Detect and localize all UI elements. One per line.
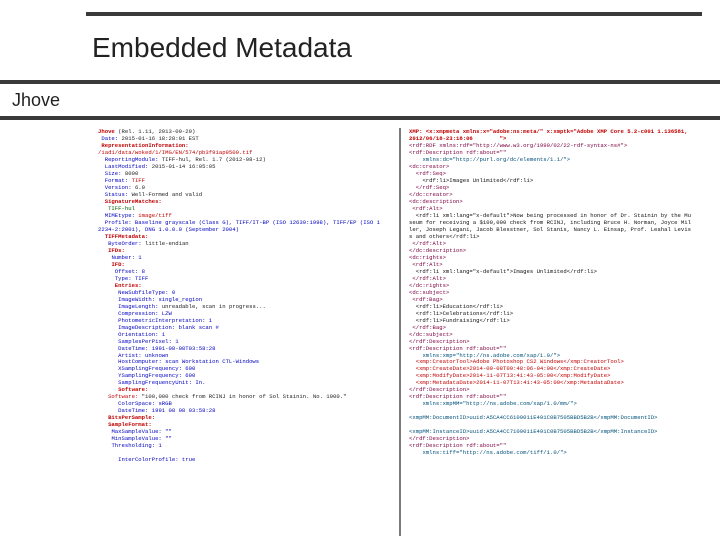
l-min: MinSampleValue: "" — [111, 435, 171, 442]
xmp-text: XMP: <x:xmpmeta xmlns:x="adobe:ns:meta/"… — [409, 128, 692, 456]
l-hc: HostComputer: scan Workstation CTL-Windo… — [118, 358, 259, 365]
jhove-text: Jhove (Rel. 1.11, 2013-09-29) Date: 2015… — [98, 128, 381, 463]
l-st: Well-Formed and valid — [132, 191, 203, 198]
r-cd: <xmp:CreateDate>2014-09-08T09:48:06-04:0… — [409, 365, 610, 372]
l-uri: /iad1/data/woked/1/IMG/EN/574/pb3f91ap95… — [98, 149, 252, 156]
r-altc: </rdf:Alt> — [409, 240, 446, 247]
l-sigm: SignatureMatches: — [105, 198, 162, 205]
r-ddc: </dc:description> — [409, 247, 466, 254]
r-ddo: <dc:description> — [409, 198, 463, 205]
r-dso: <dc:subject> — [409, 289, 449, 296]
r-bago: <rdf:Bag> — [409, 296, 443, 303]
l-rep: RepresentationInformation: — [101, 142, 188, 149]
l-num: Number: 1 — [111, 254, 141, 261]
r-d1o: <rdf:Description rdf:about="" — [409, 149, 506, 156]
l-dt2: DateTime: 1991 08 08 03:58:28 — [118, 407, 215, 414]
metadata-columns: Jhove (Rel. 1.11, 2013-09-29) Date: 2015… — [98, 128, 702, 536]
r-d4o: <rdf:Description rdf:about="" — [409, 442, 506, 449]
r-rdf: <rdf:RDF xmlns:rdf="http://www.w3.org/19… — [409, 142, 627, 149]
column-divider — [399, 128, 401, 536]
l-sfu: SamplingFrequencyUnit: In. — [118, 379, 205, 386]
subtitle: Jhove — [12, 90, 60, 111]
l-sig: TIFF-hul — [108, 205, 135, 212]
title-band: Embedded Metadata — [86, 20, 702, 76]
l-cs: ColorSpace: sRGB — [118, 400, 172, 407]
r-cli: <rdf:li>Images Unlimited</rdf:li> — [409, 177, 533, 184]
r-d1c: </rdf:Description> — [409, 338, 469, 345]
l-max: MaxSampleValue: "" — [111, 428, 171, 435]
l-xsf: XSamplingFrequency: 600 — [118, 365, 195, 372]
l-date: 2015-01-16 18:28:01 EST — [122, 135, 199, 142]
l-sw: "100,000 check from RCINJ in honor of So… — [142, 393, 347, 400]
r-bagc: </rdf:Bag> — [409, 324, 446, 331]
l-comp: Compression: LZW — [118, 310, 172, 317]
r-d3o: <rdf:Description rdf:about="" — [409, 393, 506, 400]
r-header: XMP: <x:xmpmeta xmlns:x="adobe:ns:meta/"… — [409, 128, 691, 142]
l-icc: InterColorProfile: true — [118, 456, 195, 463]
l-ifds: IFDs: — [108, 247, 125, 254]
r-ct: <xmp:CreatorTool>Adobe Photoshop CS2 Win… — [409, 358, 624, 365]
l-swh: Software: — [118, 386, 148, 393]
l-th: Thresholding: 1 — [111, 442, 161, 449]
slide-title: Embedded Metadata — [86, 32, 352, 64]
r-iid: <xmpMM:InstanceID>uuid:A5CA4CC7109011E49… — [409, 428, 657, 435]
r-tiffns: xmlns:tiff="http://ns.adobe.com/tiff/1.0… — [409, 449, 567, 456]
l-rel: (Rel. 1.11, 2013-09-29) — [118, 128, 195, 135]
l-ent: Entries: — [115, 282, 142, 289]
l-spp: SamplesPerPixel: 1 — [118, 338, 178, 345]
l-fmt: TIFF — [132, 177, 145, 184]
r-xmp: xmlns:xmp="http://ns.adobe.com/xap/1.0/"… — [409, 352, 560, 359]
r-d2o: <rdf:Description rdf:about="" — [409, 345, 506, 352]
jhove-output-left: Jhove (Rel. 1.11, 2013-09-29) Date: 2015… — [98, 128, 391, 536]
subtitle-band: Jhove — [0, 80, 720, 120]
r-dro: <dc:rights> — [409, 254, 446, 261]
r-alto: <rdf:Alt> — [409, 205, 443, 212]
l-idesc: ImageDescription: blank scan # — [118, 324, 219, 331]
l-off: Offset: 8 — [115, 268, 145, 275]
l-ysf: YSamplingFrequency: 600 — [118, 372, 195, 379]
l-rm: TIFF-hul, Rel. 1.7 (2012-08-12) — [162, 156, 266, 163]
r-bl3: <rdf:li>Fundraising</rdf:li> — [409, 317, 510, 324]
l-nst: NewSubfileType: 0 — [118, 289, 175, 296]
xmp-output-right: XMP: <x:xmpmeta xmlns:x="adobe:ns:meta/"… — [409, 128, 702, 536]
l-sf: SampleFormat: — [108, 421, 152, 428]
r-d3c: </rdf:Description> — [409, 435, 469, 442]
top-rule — [86, 12, 702, 16]
r-bl1: <rdf:li>Education</rdf:li> — [409, 303, 503, 310]
r-dccc: </dc:creator> — [409, 191, 453, 198]
l-dt: DateTime: 1991-08-08T03:58:28 — [118, 345, 215, 352]
r-mdt: <xmp:MetadataDate>2014-11-07T13:41:43-05… — [409, 379, 624, 386]
l-type: Type: TIFF — [115, 275, 149, 282]
r-a2o: <rdf:Alt> — [409, 261, 443, 268]
l-ifdh: IFD: — [111, 261, 124, 268]
l-bo: little-endian — [145, 240, 189, 247]
r-drc: </dc:rights> — [409, 282, 449, 289]
l-sz: 8000 — [125, 170, 138, 177]
l-il: unreadable, scan in progress... — [162, 303, 266, 310]
r-dli: <rdf:li xml:lang="x-default">Now being p… — [409, 212, 691, 240]
r-rli: <rdf:li xml:lang="x-default">Images Unli… — [409, 268, 597, 275]
l-ver: 6.0 — [135, 184, 145, 191]
l-iw: ImageWidth: single_region — [118, 296, 202, 303]
r-dc: xmlns:dc="http://purl.org/dc/elements/1.… — [409, 156, 570, 163]
r-seqc: </rdf:Seq> — [409, 184, 449, 191]
r-dcc: <dc:creator> — [409, 163, 449, 170]
l-prof: Profile: Baseline grayscale (Class G), T… — [98, 219, 380, 233]
l-lm: 2015-01-14 16:05:05 — [152, 163, 216, 170]
r-a2c: </rdf:Alt> — [409, 275, 446, 282]
r-mm: xmlns:xmpMM="http://ns.adobe.com/xap/1.0… — [409, 400, 577, 407]
r-did: <xmpMM:DocumentID>uuid:A5CA4CC6109011E49… — [409, 414, 657, 421]
l-or: Orientation: 1 — [118, 331, 165, 338]
r-seq: <rdf:Seq> — [409, 170, 446, 177]
l-tmh: TIFFMetadata: — [105, 233, 149, 240]
r-dsc: </dc:subject> — [409, 331, 453, 338]
l-art: Artist: unknown — [118, 352, 168, 359]
r-bl2: <rdf:li>Celebrations</rdf:li> — [409, 310, 513, 317]
r-d2c: </rdf:Description> — [409, 386, 469, 393]
l-pi: PhotometricInterpretation: 1 — [118, 317, 212, 324]
l-mime: image/tiff — [138, 212, 172, 219]
l-bps: BitsPerSample: — [108, 414, 155, 421]
r-md: <xmp:ModifyDate>2014-11-07T13:41:43-05:0… — [409, 372, 610, 379]
